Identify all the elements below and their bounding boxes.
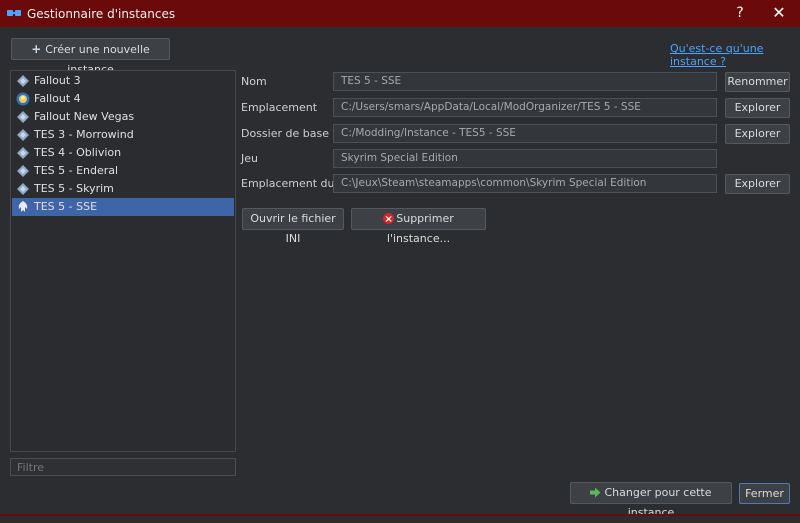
game-location-field[interactable]: C:\Jeux\Steam\steamapps\common\Skyrim Sp… xyxy=(333,174,717,193)
what-is-instance-link[interactable]: Qu'est-ce qu'une instance ? xyxy=(670,42,800,68)
help-button[interactable]: ? xyxy=(730,3,750,23)
explore-game-location-button[interactable]: Explorer xyxy=(725,174,790,194)
game-label: Jeu xyxy=(241,152,258,165)
open-ini-button[interactable]: Ouvrir le fichier INI xyxy=(242,208,344,245)
list-item-fallout-3[interactable]: Fallout 3 xyxy=(12,72,234,90)
explore-base-directory-button[interactable]: Explorer xyxy=(725,124,790,144)
game-diamond-icon xyxy=(17,183,29,195)
skyrim-dragon-icon xyxy=(18,201,28,212)
name-label: Nom xyxy=(241,75,267,88)
list-item-label: TES 5 - SSE xyxy=(34,200,98,213)
delete-instance-label: Supprimer l'instance... xyxy=(386,212,454,245)
plus-icon: + xyxy=(31,42,42,56)
list-item-label: TES 5 - Enderal xyxy=(34,164,119,177)
window-title: Gestionnaire d'instances xyxy=(27,7,176,21)
game-diamond-icon xyxy=(17,147,29,159)
delete-instance-button[interactable]: Supprimer l'instance... xyxy=(351,208,486,245)
game-diamond-icon xyxy=(17,75,29,87)
list-item-label: TES 3 - Morrowind xyxy=(34,128,134,141)
close-button[interactable]: Fermer xyxy=(739,483,790,504)
filter-input[interactable] xyxy=(10,458,236,476)
list-item-label: TES 5 - Skyrim xyxy=(34,182,114,195)
base-directory-label: Dossier de base xyxy=(241,127,329,140)
instance-list[interactable]: Fallout 3 Fallout 4 Fallout New Vegas TE… xyxy=(10,70,236,452)
list-item-label: Fallout 4 xyxy=(34,92,81,105)
location-label: Emplacement xyxy=(241,101,318,114)
list-item-tes4-oblivion[interactable]: TES 4 - Oblivion xyxy=(12,144,234,162)
explore-location-button[interactable]: Explorer xyxy=(725,98,790,118)
app-logo-icon xyxy=(7,10,21,16)
title-bar: Gestionnaire d'instances ? ✕ xyxy=(0,0,800,27)
list-item-tes5-skyrim[interactable]: TES 5 - Skyrim xyxy=(12,180,234,198)
list-item-tes3-morrowind[interactable]: TES 3 - Morrowind xyxy=(12,126,234,144)
arrow-right-icon xyxy=(590,487,601,498)
close-window-button[interactable]: ✕ xyxy=(768,3,790,23)
rename-button[interactable]: Renommer xyxy=(725,72,790,92)
delete-icon xyxy=(383,210,395,230)
name-field[interactable]: TES 5 - SSE xyxy=(333,72,717,91)
list-item-fallout-4[interactable]: Fallout 4 xyxy=(12,90,234,108)
list-item-fallout-new-vegas[interactable]: Fallout New Vegas xyxy=(12,108,234,126)
list-item-tes5-enderal[interactable]: TES 5 - Enderal xyxy=(12,162,234,180)
location-field[interactable]: C:/Users/smars/AppData/Local/ModOrganize… xyxy=(333,98,717,117)
game-diamond-icon xyxy=(17,165,29,177)
game-diamond-icon xyxy=(17,111,29,123)
create-instance-button[interactable]: +Créer une nouvelle instance xyxy=(11,38,170,76)
switch-instance-button[interactable]: Changer pour cette instance xyxy=(570,482,732,519)
list-item-label: TES 4 - Oblivion xyxy=(34,146,122,159)
list-item-label: Fallout New Vegas xyxy=(34,110,135,123)
list-item-label: Fallout 3 xyxy=(34,74,81,87)
game-diamond-icon xyxy=(17,129,29,141)
base-directory-field[interactable]: C:/Modding/Instance - TES5 - SSE xyxy=(333,124,717,143)
game-field: Skyrim Special Edition xyxy=(333,149,717,168)
list-item-tes5-sse[interactable]: TES 5 - SSE xyxy=(12,198,234,216)
vault-boy-icon xyxy=(16,92,30,106)
